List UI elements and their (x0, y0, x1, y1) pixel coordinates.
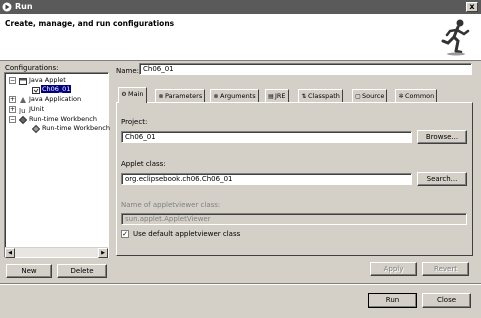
tab-source-label: Source (362, 92, 385, 100)
tab-main-label: Main (128, 90, 144, 98)
tab-main[interactable]: ⚙Main (118, 87, 147, 103)
name-field[interactable]: Ch06_01 (139, 63, 472, 75)
header-banner: Create, manage, and run configurations (0, 14, 481, 61)
run-app-icon (2, 2, 12, 12)
tab-parameters-label: Parameters (165, 92, 203, 100)
java-applet-icon (19, 78, 27, 85)
tab-common[interactable]: ✲Common (395, 89, 438, 102)
tab-source[interactable]: ▢Source (352, 89, 388, 102)
tree-item-ch06-01[interactable]: Ch06_01 (41, 85, 72, 94)
tree-expander-junit[interactable]: + (9, 106, 16, 113)
tab-classpath-label: Classpath (308, 92, 340, 100)
name-label: Name: (116, 67, 140, 75)
workbench-icon (19, 116, 27, 124)
applet-class-field[interactable]: org.eclipsebook.ch06.Ch06_01 (121, 173, 412, 185)
appletviewer-class-label: Name of appletviewer class: (121, 201, 221, 209)
java-application-icon (20, 97, 26, 103)
configurations-label: Configurations: (5, 64, 59, 72)
project-field[interactable]: Ch06_01 (121, 131, 412, 143)
tab-jre-label: JRE (275, 92, 286, 100)
search-button[interactable]: Search... (417, 172, 467, 186)
tab-common-label: Common (405, 92, 435, 100)
tree-horizontal-scrollbar[interactable]: ◀ ▶ (5, 247, 108, 258)
junit-icon: Ju (19, 107, 26, 114)
default-appletviewer-checkbox[interactable]: ✓ (121, 230, 129, 238)
scroll-right-icon[interactable]: ▶ (98, 248, 108, 258)
browse-button[interactable]: Browse... (417, 130, 467, 144)
tab-classpath[interactable]: ⇅Classpath (298, 89, 343, 102)
new-config-button[interactable]: New (6, 264, 52, 278)
apply-button[interactable]: Apply (370, 262, 417, 276)
scroll-left-icon[interactable]: ◀ (5, 248, 15, 258)
svg-text:Ju: Ju (19, 107, 26, 114)
tab-arguments[interactable]: ⊗Arguments (210, 89, 259, 102)
default-appletviewer-label: Use default appletviewer class (133, 230, 241, 238)
tree-expander-java-applet[interactable]: − (9, 77, 16, 84)
tree-item-junit[interactable]: JUnit (29, 105, 44, 114)
title-bar: Run x (0, 0, 481, 14)
close-window-button[interactable]: x (466, 2, 478, 12)
run-button[interactable]: Run (368, 293, 417, 308)
tab-jre[interactable]: ▤JRE (265, 89, 289, 102)
workbench-config-icon (32, 125, 40, 133)
tree-expander-java-application[interactable]: + (9, 96, 16, 103)
tab-parameters[interactable]: ⊗Parameters (155, 89, 206, 102)
bottom-separator (0, 283, 481, 285)
applet-config-icon (32, 87, 40, 94)
gear-icon: ⚙ (121, 91, 127, 98)
running-man-icon (441, 19, 470, 56)
tree-item-java-applet[interactable]: Java Applet (29, 76, 66, 85)
close-button[interactable]: Close (422, 293, 471, 308)
tree-item-runtime-workbench[interactable]: Run-time Workbench (29, 115, 97, 124)
banner-headline: Create, manage, and run configurations (5, 19, 175, 28)
appletviewer-class-field: sun.applet.AppletViewer (121, 213, 467, 225)
tree-expander-runtime-workbench[interactable]: − (9, 116, 16, 123)
revert-button[interactable]: Revert (422, 262, 469, 276)
delete-config-button[interactable]: Delete (57, 264, 107, 278)
window-title: Run (15, 2, 33, 11)
tree-item-ch06-01-label: Ch06_01 (41, 85, 72, 93)
configurations-tree[interactable]: − Java Applet Ch06_01 + Java Application… (4, 72, 110, 258)
project-label: Project: (121, 118, 148, 126)
applet-class-label: Applet class: (121, 160, 166, 168)
tree-item-java-application[interactable]: Java Application (29, 95, 81, 104)
tab-arguments-label: Arguments (220, 92, 256, 100)
tree-item-runtime-workbench-config[interactable]: Run-time Workbench (42, 124, 110, 133)
